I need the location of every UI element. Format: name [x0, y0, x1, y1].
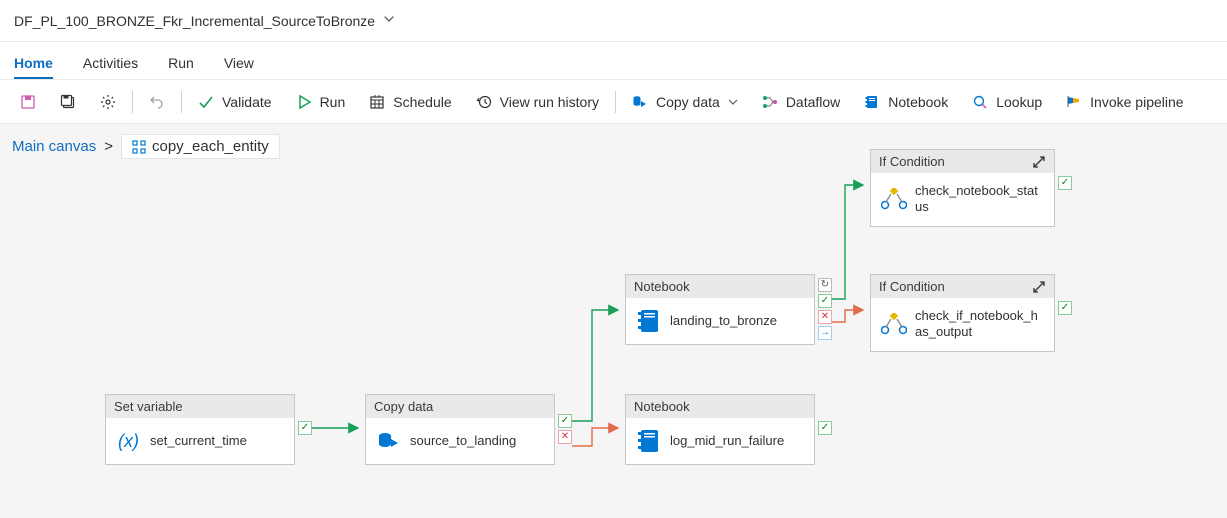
activity-if-condition[interactable]: If Condition check_notebook_status — [870, 149, 1055, 227]
activity-type: Notebook — [634, 279, 690, 294]
ifcondition-icon — [881, 186, 907, 212]
canvas-area[interactable]: Main canvas > copy_each_entity — [0, 124, 1227, 518]
toolbar-separator — [615, 91, 616, 113]
history-label: View run history — [500, 94, 599, 110]
port-failure-icon[interactable]: ✕ — [818, 310, 832, 324]
undo-button[interactable] — [137, 80, 177, 124]
expand-icon[interactable] — [1032, 155, 1046, 169]
activity-notebook[interactable]: Notebook landing_to_bronze — [625, 274, 815, 345]
copydata-label: Copy data — [656, 94, 720, 110]
port-success-icon[interactable]: ✓ — [298, 421, 312, 435]
activity-label: log_mid_run_failure — [670, 433, 784, 449]
toolbar: Validate Run Schedule View run history C… — [0, 80, 1227, 124]
ifcondition-icon — [881, 311, 907, 337]
notebook-button[interactable]: Notebook — [852, 80, 960, 124]
svg-text:(x): (x) — [118, 431, 139, 451]
run-button[interactable]: Run — [284, 80, 358, 124]
notebook-icon — [864, 94, 880, 110]
toolbar-separator — [132, 91, 133, 113]
gear-icon — [100, 94, 116, 110]
port-skip-icon[interactable]: → — [818, 326, 832, 340]
dataflow-label: Dataflow — [786, 94, 840, 110]
lookup-label: Lookup — [996, 94, 1042, 110]
menu-run[interactable]: Run — [168, 55, 194, 79]
schedule-label: Schedule — [393, 94, 451, 110]
schedule-button[interactable]: Schedule — [357, 80, 463, 124]
activity-label: source_to_landing — [410, 433, 516, 449]
activity-type: Notebook — [634, 399, 690, 414]
validate-label: Validate — [222, 94, 272, 110]
activity-type: Copy data — [374, 399, 433, 414]
lookup-button[interactable]: Lookup — [960, 80, 1054, 124]
dataflow-icon — [762, 94, 778, 110]
menu-view[interactable]: View — [224, 55, 254, 79]
dataflow-button[interactable]: Dataflow — [750, 80, 852, 124]
history-icon — [476, 94, 492, 110]
undo-icon — [149, 94, 165, 110]
activity-label: landing_to_bronze — [670, 313, 777, 329]
run-label: Run — [320, 94, 346, 110]
variable-icon: (x) — [116, 428, 142, 454]
settings-button[interactable] — [88, 80, 128, 124]
activity-copy-data[interactable]: Copy data source_to_landing — [365, 394, 555, 465]
play-icon — [296, 94, 312, 110]
notebook-icon — [636, 428, 662, 454]
menu-home[interactable]: Home — [14, 55, 53, 79]
menu-activities[interactable]: Activities — [83, 55, 138, 79]
copydata-icon — [632, 94, 648, 110]
invoke-label: Invoke pipeline — [1090, 94, 1183, 110]
title-dropdown-icon[interactable] — [383, 13, 395, 28]
port-success-icon[interactable]: ✓ — [558, 414, 572, 428]
port-success-icon[interactable]: ✓ — [1058, 176, 1072, 190]
notebook-icon — [636, 308, 662, 334]
menu-bar: Home Activities Run View — [0, 42, 1227, 80]
save-icon — [20, 94, 36, 110]
copydata-icon — [376, 428, 402, 454]
port-success-icon[interactable]: ✓ — [818, 294, 832, 308]
validate-button[interactable]: Validate — [186, 80, 284, 124]
port-success-icon[interactable]: ✓ — [1058, 301, 1072, 315]
lookup-icon — [972, 94, 988, 110]
history-button[interactable]: View run history — [464, 80, 611, 124]
copydata-button[interactable]: Copy data — [620, 80, 750, 124]
pipeline-title: DF_PL_100_BRONZE_Fkr_Incremental_SourceT… — [14, 13, 375, 29]
saveall-icon — [60, 94, 76, 110]
toolbar-separator — [181, 91, 182, 113]
port-success-icon[interactable]: ✓ — [818, 421, 832, 435]
activity-notebook[interactable]: Notebook log_mid_run_failure — [625, 394, 815, 465]
activity-if-condition[interactable]: If Condition check_if_notebook_has_outpu… — [870, 274, 1055, 352]
activity-label: check_notebook_status — [915, 183, 1044, 216]
saveall-button[interactable] — [48, 80, 88, 124]
activity-type: If Condition — [879, 279, 945, 294]
activity-label: check_if_notebook_has_output — [915, 308, 1044, 341]
invoke-icon — [1066, 94, 1082, 110]
invoke-button[interactable]: Invoke pipeline — [1054, 80, 1195, 124]
activity-type: If Condition — [879, 154, 945, 169]
expand-icon[interactable] — [1032, 280, 1046, 294]
activity-label: set_current_time — [150, 433, 247, 449]
port-completion-icon[interactable]: ↻ — [818, 278, 832, 292]
chevron-down-icon — [728, 97, 738, 107]
save-button[interactable] — [8, 80, 48, 124]
activity-type: Set variable — [114, 399, 183, 414]
port-failure-icon[interactable]: ✕ — [558, 430, 572, 444]
notebook-label: Notebook — [888, 94, 948, 110]
activity-set-variable[interactable]: Set variable (x) set_current_time — [105, 394, 295, 465]
calendar-icon — [369, 94, 385, 110]
check-icon — [198, 94, 214, 110]
